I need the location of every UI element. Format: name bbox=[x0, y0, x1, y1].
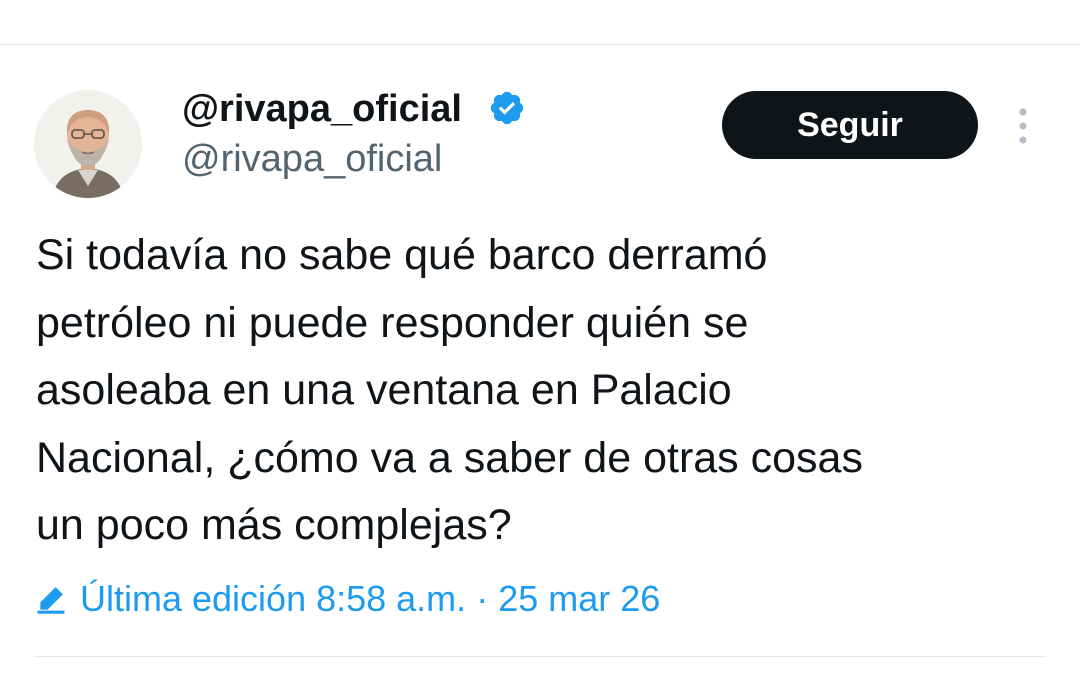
top-divider bbox=[0, 44, 1080, 45]
verified-badge-icon bbox=[490, 91, 524, 125]
bottom-divider bbox=[34, 656, 1046, 657]
pencil-edit-icon bbox=[37, 587, 65, 614]
vertical-ellipsis-icon[interactable] bbox=[1008, 104, 1038, 148]
edit-history-link[interactable]: Última edición 8:58 a.m. · 25 mar 26 bbox=[34, 575, 660, 623]
handle[interactable]: @rivapa_oficial bbox=[182, 136, 442, 182]
edit-separator: · bbox=[476, 578, 489, 619]
tweet-text: Si todavía no sabe qué barco derramó pet… bbox=[36, 231, 863, 549]
display-name[interactable]: @rivapa_oficial bbox=[182, 86, 462, 132]
profile-photo bbox=[34, 90, 142, 198]
avatar[interactable] bbox=[34, 90, 142, 198]
edit-label: Última edición 8:58 a.m. bbox=[80, 578, 467, 619]
follow-button[interactable]: Seguir bbox=[722, 91, 978, 159]
edit-date: 25 mar 26 bbox=[498, 578, 661, 619]
